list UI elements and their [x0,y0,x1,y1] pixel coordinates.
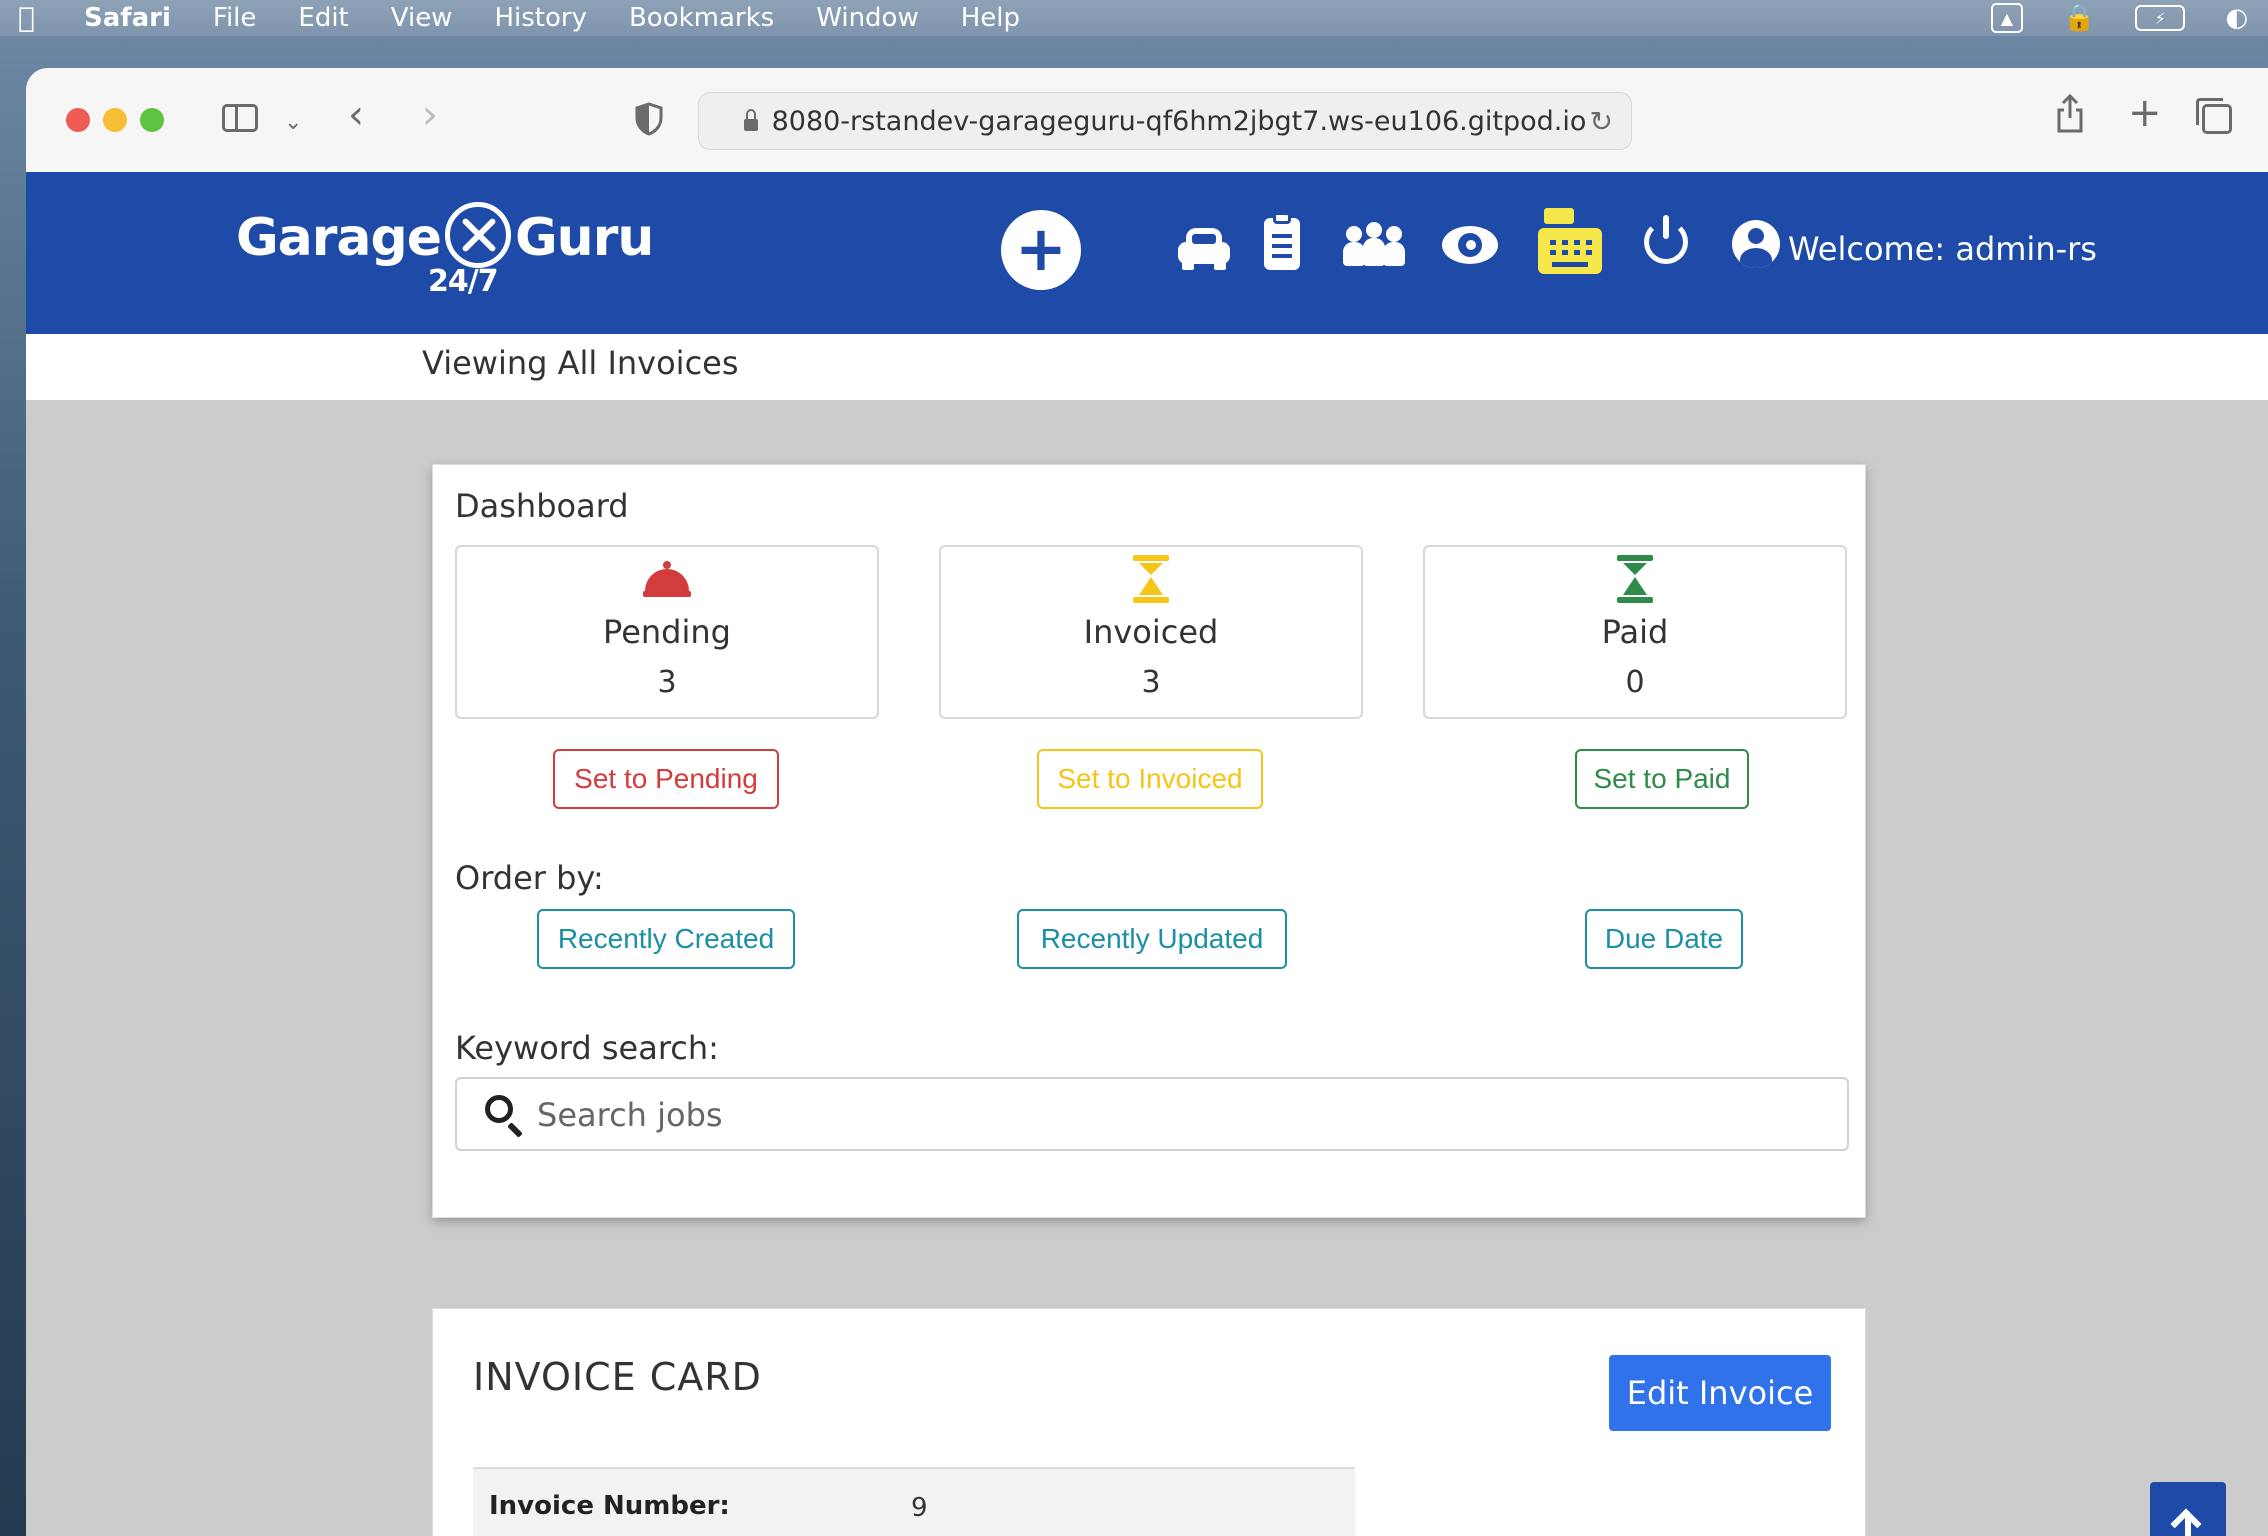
zoom-window-button[interactable] [140,108,164,132]
menu-help[interactable]: Help [961,3,1020,33]
stat-label: Pending [603,613,731,651]
url-bar[interactable]: 8080-rstandev-garageguru-qf6hm2jbgt7.ws-… [698,92,1632,150]
privacy-shield-icon[interactable] [634,102,664,136]
browser-toolbar: ⌄ ‹ › 8080-rstandev-garageguru-qf6hm2jbg… [26,68,2268,173]
stat-label: Paid [1601,613,1669,651]
order-recently-updated-button[interactable]: Recently Updated [1017,909,1287,969]
stat-invoiced[interactable]: Invoiced 3 [939,545,1363,719]
browser-window: ⌄ ‹ › 8080-rstandev-garageguru-qf6hm2jbg… [26,68,2268,1536]
tab-overview-icon[interactable] [2196,98,2232,134]
keyword-search-label: Keyword search: [455,1029,719,1067]
page-title-bar: Viewing All Invoices [26,334,2268,400]
stat-value: 3 [657,665,677,700]
search-icon [485,1095,513,1123]
wifi-icon[interactable]: ◐ [2225,3,2248,33]
menu-app-name[interactable]: Safari [84,3,171,33]
menu-file[interactable]: File [213,3,257,33]
logo-text-guru: Guru [515,208,654,268]
sidebar-toggle-icon[interactable] [222,104,258,132]
status-icons: ▲ 🔒 ⚡ ◐ [1990,0,2248,36]
table-row: Invoice Number: 9 [473,1467,1355,1536]
car-icon[interactable] [1178,228,1230,270]
dashboard-title: Dashboard [455,487,629,525]
new-tab-icon[interactable]: + [2128,93,2162,133]
menu-history[interactable]: History [494,3,587,33]
garage-guru-logo[interactable]: Garage Guru 24/7 [236,202,654,299]
cash-register-icon[interactable] [1538,208,1602,274]
reload-icon[interactable]: ↻ [1590,105,1613,138]
battery-icon[interactable]: ⚡ [2135,5,2186,31]
site-header: Garage Guru 24/7 + Welcome: admin-rs [26,172,2268,334]
search-box[interactable] [455,1077,1849,1151]
stat-value: 3 [1141,665,1161,700]
page-title: Viewing All Invoices [422,344,739,382]
welcome-text: Welcome: admin-rs [1788,230,2097,268]
share-icon[interactable] [2056,93,2084,140]
invoice-card: INVOICE CARD Edit Invoice Invoice Number… [432,1308,1866,1536]
menu-window[interactable]: Window [816,3,919,33]
customers-icon[interactable] [1342,222,1406,266]
dashboard-card: Dashboard Pending 3 Invoiced 3 Paid 0 Se… [432,464,1866,1218]
menu-view[interactable]: View [391,3,453,33]
user-avatar-icon[interactable] [1732,220,1780,268]
invoice-card-title: INVOICE CARD [473,1355,762,1399]
close-window-button[interactable] [66,108,90,132]
lock-icon [743,109,758,131]
invoice-number-value: 9 [911,1493,928,1523]
wrench-wheel-icon [445,202,511,268]
back-to-top-button[interactable] [2150,1482,2226,1536]
apple-icon[interactable]:  [18,4,44,32]
order-due-date-button[interactable]: Due Date [1585,909,1743,969]
airdrop-lock-icon[interactable]: 🔒 [2063,3,2095,33]
eye-icon[interactable] [1442,226,1498,264]
search-input[interactable] [535,1089,1819,1141]
set-invoiced-button[interactable]: Set to Invoiced [1037,749,1263,809]
order-by-label: Order by: [455,859,604,897]
arrow-up-icon [2185,1517,2191,1536]
power-icon[interactable] [1644,215,1688,264]
back-arrow-icon[interactable]: ‹ [348,95,364,135]
url-text: 8080-rstandev-garageguru-qf6hm2jbgt7.ws-… [771,105,1587,137]
minimize-window-button[interactable] [103,108,127,132]
add-new-button[interactable]: + [1001,210,1081,290]
bell-icon [643,559,691,597]
stat-label: Invoiced [1083,613,1219,651]
stat-pending[interactable]: Pending 3 [455,545,879,719]
stat-paid[interactable]: Paid 0 [1423,545,1847,719]
clipboard-list-icon[interactable] [1264,212,1300,270]
hourglass-half-icon [1133,555,1169,603]
order-recently-created-button[interactable]: Recently Created [537,909,795,969]
forward-arrow-icon[interactable]: › [422,95,438,135]
logo-subtitle: 24/7 [428,264,499,299]
invoice-number-label: Invoice Number: [489,1491,730,1521]
menu-bookmarks[interactable]: Bookmarks [629,3,774,33]
stat-value: 0 [1625,665,1645,700]
menu-edit[interactable]: Edit [298,3,348,33]
hourglass-end-icon [1617,555,1653,603]
macos-menubar:  Safari File Edit View History Bookmark… [0,0,2268,36]
set-pending-button[interactable]: Set to Pending [553,749,779,809]
logo-text-garage: Garage [236,208,442,268]
chevron-down-icon[interactable]: ⌄ [284,106,302,140]
edit-invoice-button[interactable]: Edit Invoice [1609,1355,1831,1431]
drive-icon[interactable]: ▲ [1990,3,2023,33]
set-paid-button[interactable]: Set to Paid [1575,749,1749,809]
